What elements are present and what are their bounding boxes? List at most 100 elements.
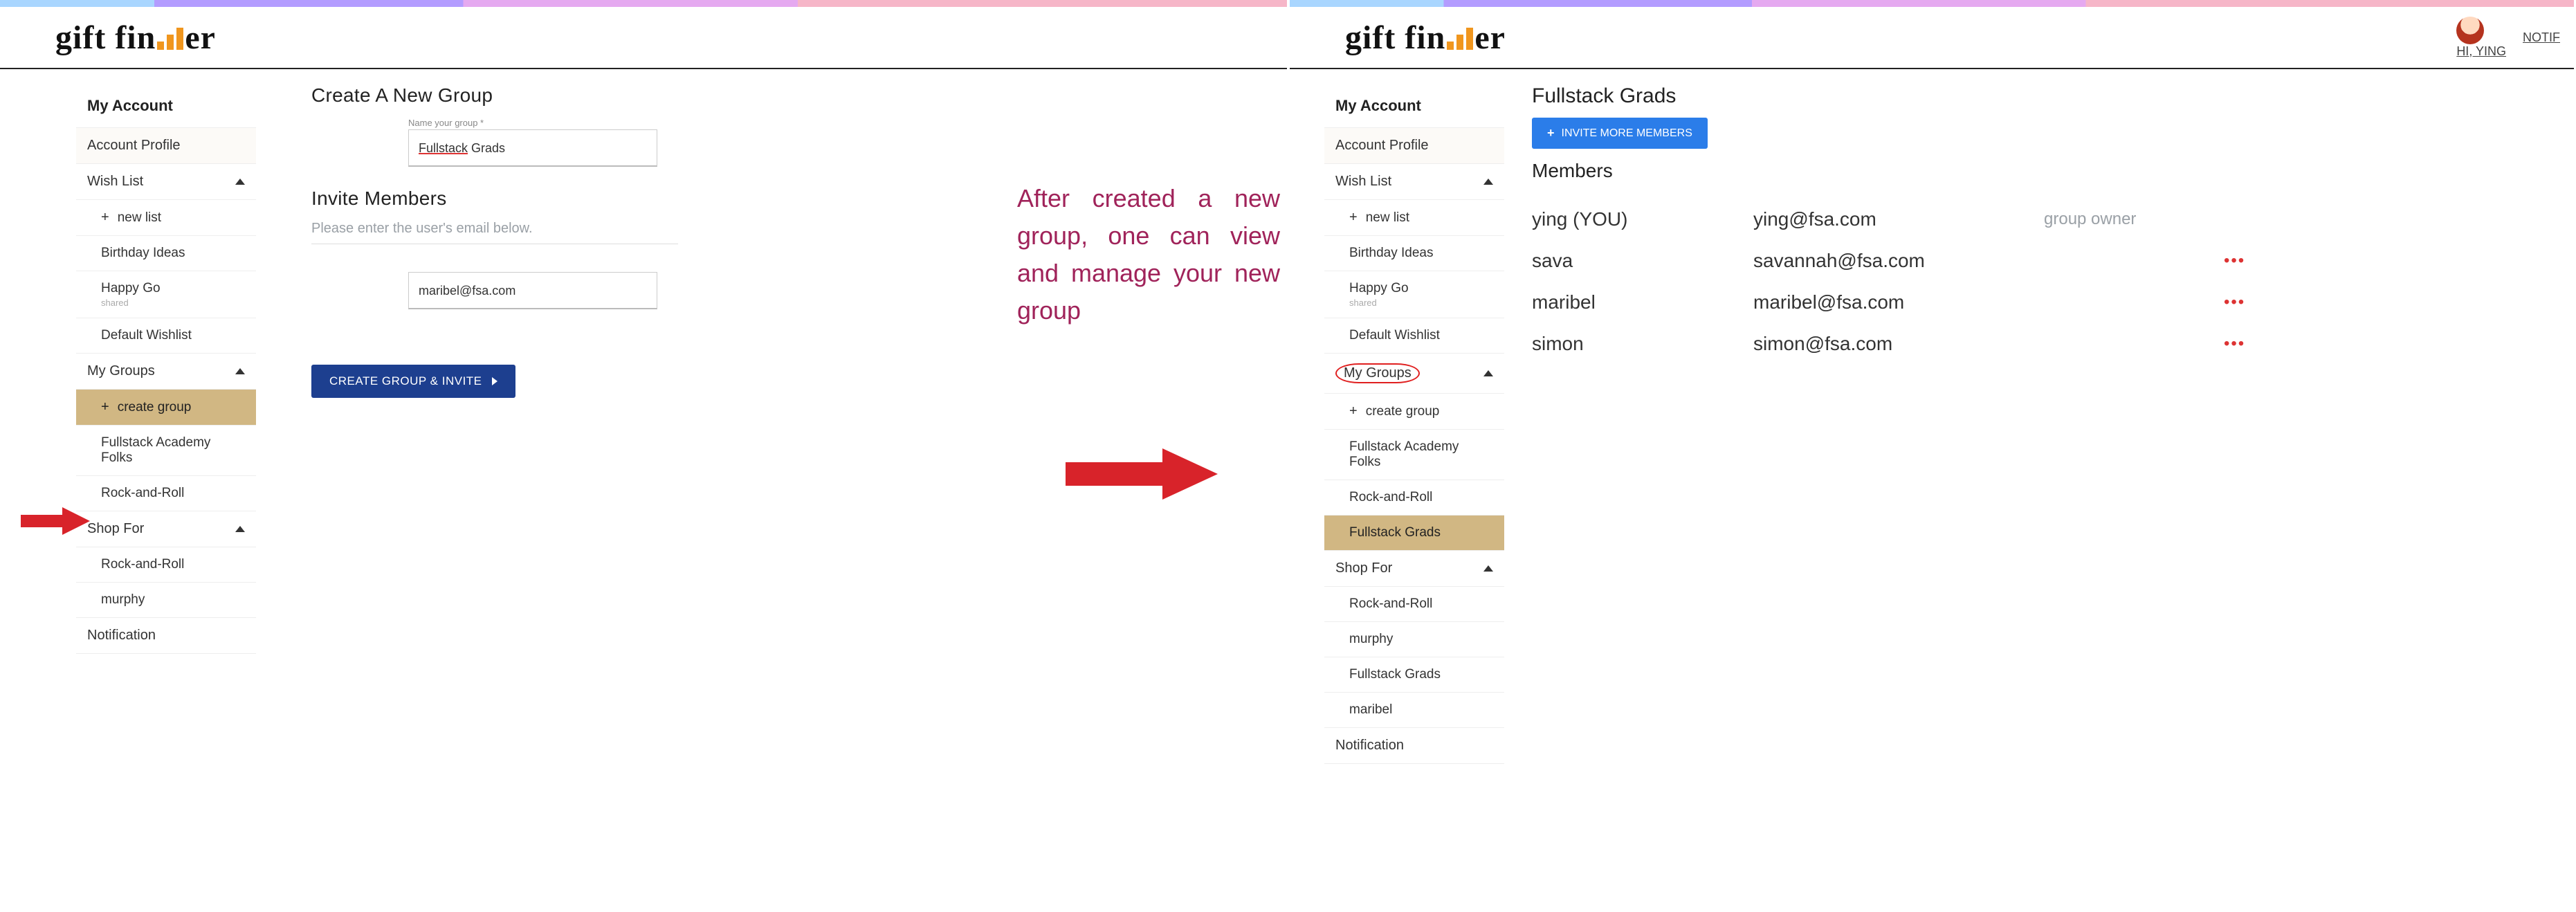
sidebar-item-notification[interactable]: Notification [1324,728,1504,764]
chevron-up-icon [235,526,245,532]
sidebar-item-label: Wish List [1335,174,1391,190]
sidebar-item-label: Rock-and-Roll [1349,490,1432,504]
sidebar-item-label: Fullstack Grads [1349,667,1441,682]
group-name-label: Name your group * [408,118,657,128]
sidebar-sub-default-wishlist[interactable]: Default Wishlist [1324,318,1504,354]
sidebar-item-label: Account Profile [87,138,181,154]
annotation-caption: After created a new group, one can view … [1017,180,1280,329]
logo-text-b: er [185,19,216,57]
logo-bars-icon [1447,28,1473,50]
avatar[interactable] [2456,17,2484,44]
chevron-right-icon [492,377,497,385]
sidebar-sub-group-fullstack-folks[interactable]: Fullstack Academy Folks [1324,430,1504,480]
sidebar-sub-group-fullstack-grads[interactable]: Fullstack Grads [1324,516,1504,551]
top-stripe [1290,0,2574,7]
plus-icon: + [1547,126,1555,140]
sidebar-sub-shop-maribel[interactable]: maribel [1324,693,1504,728]
sidebar-item-label: Shop For [1335,560,1392,576]
member-actions-icon[interactable]: ••• [2224,334,2251,354]
sidebar-item-my-groups[interactable]: My Groups [1324,354,1504,394]
sidebar-sub-group-fullstack-folks[interactable]: Fullstack Academy Folks [76,426,256,476]
sidebar-item-label: Default Wishlist [1349,328,1440,343]
chevron-up-icon [235,368,245,374]
sidebar-item-label: Birthday Ideas [101,246,185,260]
sidebar-item-label: Fullstack Academy Folks [101,435,210,465]
sidebar-sub-group-rock-and-roll[interactable]: Rock-and-Roll [1324,480,1504,516]
sidebar-sub-create-group[interactable]: create group [76,390,256,426]
input-text-a: Fullstack [419,141,468,155]
sidebar: My Account Account Profile Wish List new… [1324,84,1504,764]
sidebar-sub-birthday-ideas[interactable]: Birthday Ideas [1324,236,1504,271]
sidebar-item-label: Birthday Ideas [1349,246,1433,260]
sidebar-item-wish-list[interactable]: Wish List [76,164,256,200]
sidebar-item-label: Rock-and-Roll [101,486,184,500]
member-email-input[interactable] [408,272,657,309]
sidebar-sub-new-list[interactable]: new list [76,200,256,236]
member-email: maribel@fsa.com [1753,291,2044,313]
member-actions-icon[interactable]: ••• [2224,293,2251,312]
logo[interactable]: gift fin er [1345,19,1506,57]
member-email: simon@fsa.com [1753,333,2044,355]
sidebar: My Account Account Profile Wish List new… [76,84,256,654]
greeting-link[interactable]: HI, YING [2456,44,2506,59]
member-row: simon simon@fsa.com ••• [1532,323,2546,365]
sidebar-sub-shop-rock-and-roll[interactable]: Rock-and-Roll [1324,587,1504,622]
member-name: sava [1532,250,1753,272]
sidebar-item-label: Account Profile [1335,138,1429,154]
main-area: Create A New Group Name your group * Ful… [256,84,1259,654]
sidebar-item-label: maribel [1349,702,1392,717]
sidebar-sub-shop-fullstack-grads[interactable]: Fullstack Grads [1324,657,1504,693]
sidebar-item-sublabel: shared [1349,298,1493,308]
sidebar-item-label: Happy Go [1349,281,1409,295]
sidebar-item-label: My Groups [1335,363,1420,383]
header: gift fin er HI, YING NOTIF [1290,7,2574,69]
logo-bars-icon [157,28,183,50]
top-stripe [0,0,1287,7]
sidebar-item-label: Wish List [87,174,143,190]
sidebar-sub-shop-murphy[interactable]: murphy [76,583,256,618]
sidebar-item-label: Happy Go [101,281,161,295]
notif-link[interactable]: NOTIF [2523,30,2560,45]
header: gift fin er [0,7,1287,69]
logo-text-a: gift fin [1345,19,1445,57]
sidebar-item-sublabel: shared [101,298,245,308]
member-name: ying (YOU) [1532,208,1753,230]
sidebar-sub-new-list[interactable]: new list [1324,200,1504,236]
sidebar-item-label: Notification [1335,738,1404,754]
annotation-arrow-icon [21,504,90,538]
sidebar-item-label: Notification [87,628,156,644]
sidebar-item-label: murphy [101,592,145,607]
member-row: maribel maribel@fsa.com ••• [1532,282,2546,323]
sidebar-item-label: Fullstack Academy Folks [1349,439,1459,469]
sidebar-item-shop-for[interactable]: Shop For [1324,551,1504,587]
sidebar-sub-happy-go[interactable]: Happy Go shared [1324,271,1504,318]
input-text-b: Grads [468,141,505,155]
sidebar-sub-create-group[interactable]: create group [1324,394,1504,430]
sidebar-sub-shop-rock-and-roll[interactable]: Rock-and-Roll [76,547,256,583]
member-name: simon [1532,333,1753,355]
logo[interactable]: gift fin er [55,19,216,57]
sidebar-item-label: create group [1366,404,1440,419]
sidebar-item-label: My Groups [87,363,155,379]
invite-more-members-button[interactable]: + INVITE MORE MEMBERS [1532,118,1708,149]
sidebar-item-wish-list[interactable]: Wish List [1324,164,1504,200]
create-group-invite-button[interactable]: CREATE GROUP & INVITE [311,365,515,398]
sidebar-item-notification[interactable]: Notification [76,618,256,654]
member-actions-icon[interactable]: ••• [2224,251,2251,271]
members-heading: Members [1532,160,2546,182]
sidebar-sub-shop-murphy[interactable]: murphy [1324,622,1504,657]
sidebar-sub-group-rock-and-roll[interactable]: Rock-and-Roll [76,476,256,511]
group-name-input[interactable]: Fullstack Grads [408,129,657,167]
sidebar-sub-birthday-ideas[interactable]: Birthday Ideas [76,236,256,271]
sidebar-sub-happy-go[interactable]: Happy Go shared [76,271,256,318]
sidebar-item-shop-for[interactable]: Shop For [76,511,256,547]
logo-text-b: er [1474,19,1506,57]
sidebar-item-my-groups[interactable]: My Groups [76,354,256,390]
sidebar-sub-default-wishlist[interactable]: Default Wishlist [76,318,256,354]
chevron-up-icon [235,179,245,185]
sidebar-item-account-profile[interactable]: Account Profile [76,128,256,164]
sidebar-item-account-profile[interactable]: Account Profile [1324,128,1504,164]
chevron-up-icon [1483,179,1493,185]
member-email: savannah@fsa.com [1753,250,2044,272]
chevron-up-icon [1483,370,1493,376]
